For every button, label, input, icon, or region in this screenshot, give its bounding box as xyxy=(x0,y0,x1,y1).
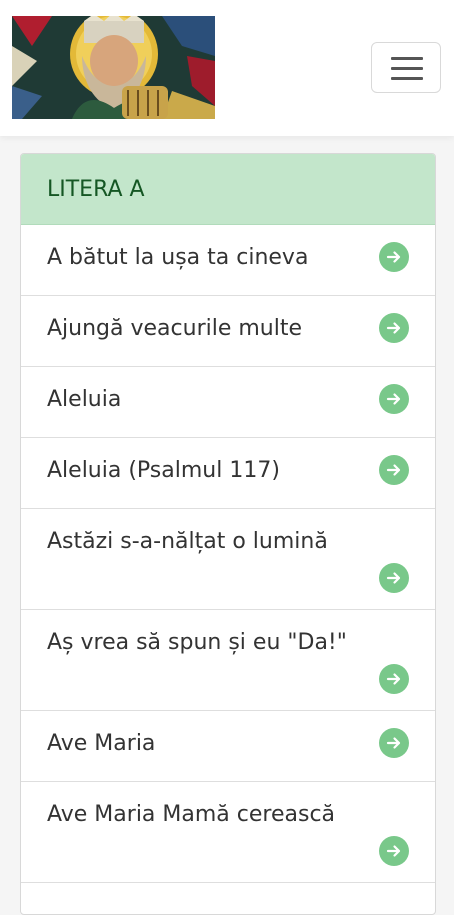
arrow-right-circle-icon[interactable] xyxy=(379,728,409,758)
list-item[interactable]: Aleluia (Psalmul 117) xyxy=(21,438,435,509)
site-logo[interactable] xyxy=(12,16,215,119)
song-list: A bătut la ușa ta cineva Ajungă veacuril… xyxy=(21,225,435,883)
arrow-right-circle-icon[interactable] xyxy=(379,242,409,272)
arrow-right-circle-icon[interactable] xyxy=(379,664,409,694)
list-item[interactable]: Astăzi s-a-nălțat o lumină xyxy=(21,509,435,610)
song-title: Ajungă veacurile multe xyxy=(47,316,303,341)
arrow-right-circle-icon[interactable] xyxy=(379,836,409,866)
song-title: Aleluia (Psalmul 117) xyxy=(47,458,280,483)
arrow-right-circle-icon[interactable] xyxy=(379,384,409,414)
song-title: Aleluia xyxy=(47,387,122,412)
list-item[interactable]: Ave Maria Mamă cerească xyxy=(21,782,435,883)
list-item[interactable]: Ave Maria xyxy=(21,711,435,782)
song-list-card: LITERA A A bătut la ușa ta cineva Ajungă… xyxy=(20,153,436,915)
song-title: Ave Maria Mamă cerească xyxy=(47,802,336,827)
top-navbar xyxy=(0,0,454,136)
logo-image xyxy=(12,16,215,119)
arrow-right-circle-icon[interactable] xyxy=(379,563,409,593)
menu-toggle-button[interactable] xyxy=(371,42,441,93)
song-title: Astăzi s-a-nălțat o lumină xyxy=(47,529,328,554)
list-item[interactable]: Aleluia xyxy=(21,367,435,438)
list-item[interactable]: A bătut la ușa ta cineva xyxy=(21,225,435,296)
section-header: LITERA A xyxy=(21,154,435,225)
list-item[interactable]: Ajungă veacurile multe xyxy=(21,296,435,367)
song-title: A bătut la ușa ta cineva xyxy=(47,245,309,270)
arrow-right-circle-icon[interactable] xyxy=(379,313,409,343)
arrow-right-circle-icon[interactable] xyxy=(379,455,409,485)
song-title: Ave Maria xyxy=(47,731,156,756)
song-title: Aș vrea să spun și eu "Da!" xyxy=(47,630,347,655)
list-item[interactable]: Aș vrea să spun și eu "Da!" xyxy=(21,610,435,711)
